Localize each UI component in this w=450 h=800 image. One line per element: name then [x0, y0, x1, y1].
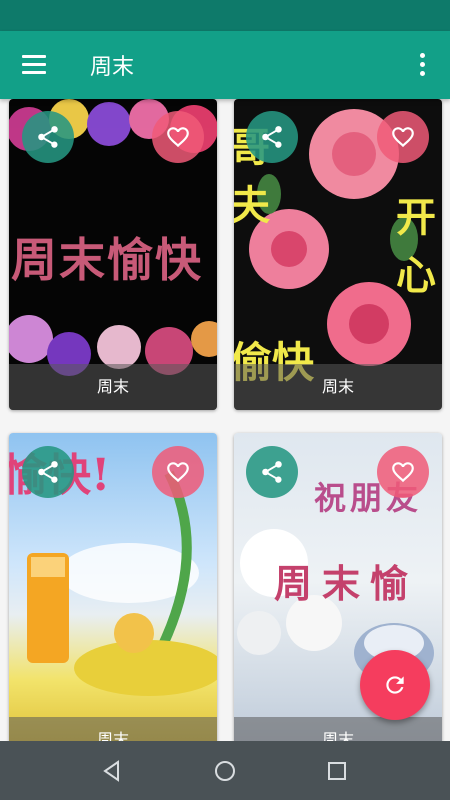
- card-caption: 周末: [234, 717, 442, 741]
- share-icon[interactable]: [22, 111, 74, 163]
- card-art-text-right: 开心: [396, 194, 436, 299]
- refresh-icon: [386, 676, 404, 694]
- page-title: 周末: [90, 55, 135, 80]
- menu-icon[interactable]: [18, 49, 50, 81]
- card-art-text-mid: 周末愉: [274, 561, 419, 606]
- share-icon[interactable]: [246, 446, 298, 498]
- app-bar: 周末: [0, 31, 450, 99]
- share-icon[interactable]: [22, 446, 74, 498]
- system-navigation-bar: [0, 741, 450, 800]
- heart-outline-icon[interactable]: [377, 111, 429, 163]
- heart-outline-icon[interactable]: [152, 446, 204, 498]
- heart-outline-icon[interactable]: [152, 111, 204, 163]
- status-bar: [0, 0, 450, 31]
- heart-outline-icon[interactable]: [377, 446, 429, 498]
- card-caption: 周末: [9, 717, 217, 741]
- share-icon[interactable]: [246, 111, 298, 163]
- back-triangle-icon[interactable]: [96, 755, 128, 787]
- image-grid: 周末愉快 周末 哥夫 开心 偷快 周末: [0, 99, 450, 741]
- card-caption: 周末: [234, 364, 442, 410]
- recents-square-icon[interactable]: [321, 755, 353, 787]
- more-options-icon[interactable]: [408, 49, 436, 81]
- home-circle-icon[interactable]: [209, 755, 241, 787]
- card-art-text: 周末愉快: [11, 233, 203, 287]
- card-caption: 周末: [9, 364, 217, 410]
- refresh-button[interactable]: [360, 650, 430, 720]
